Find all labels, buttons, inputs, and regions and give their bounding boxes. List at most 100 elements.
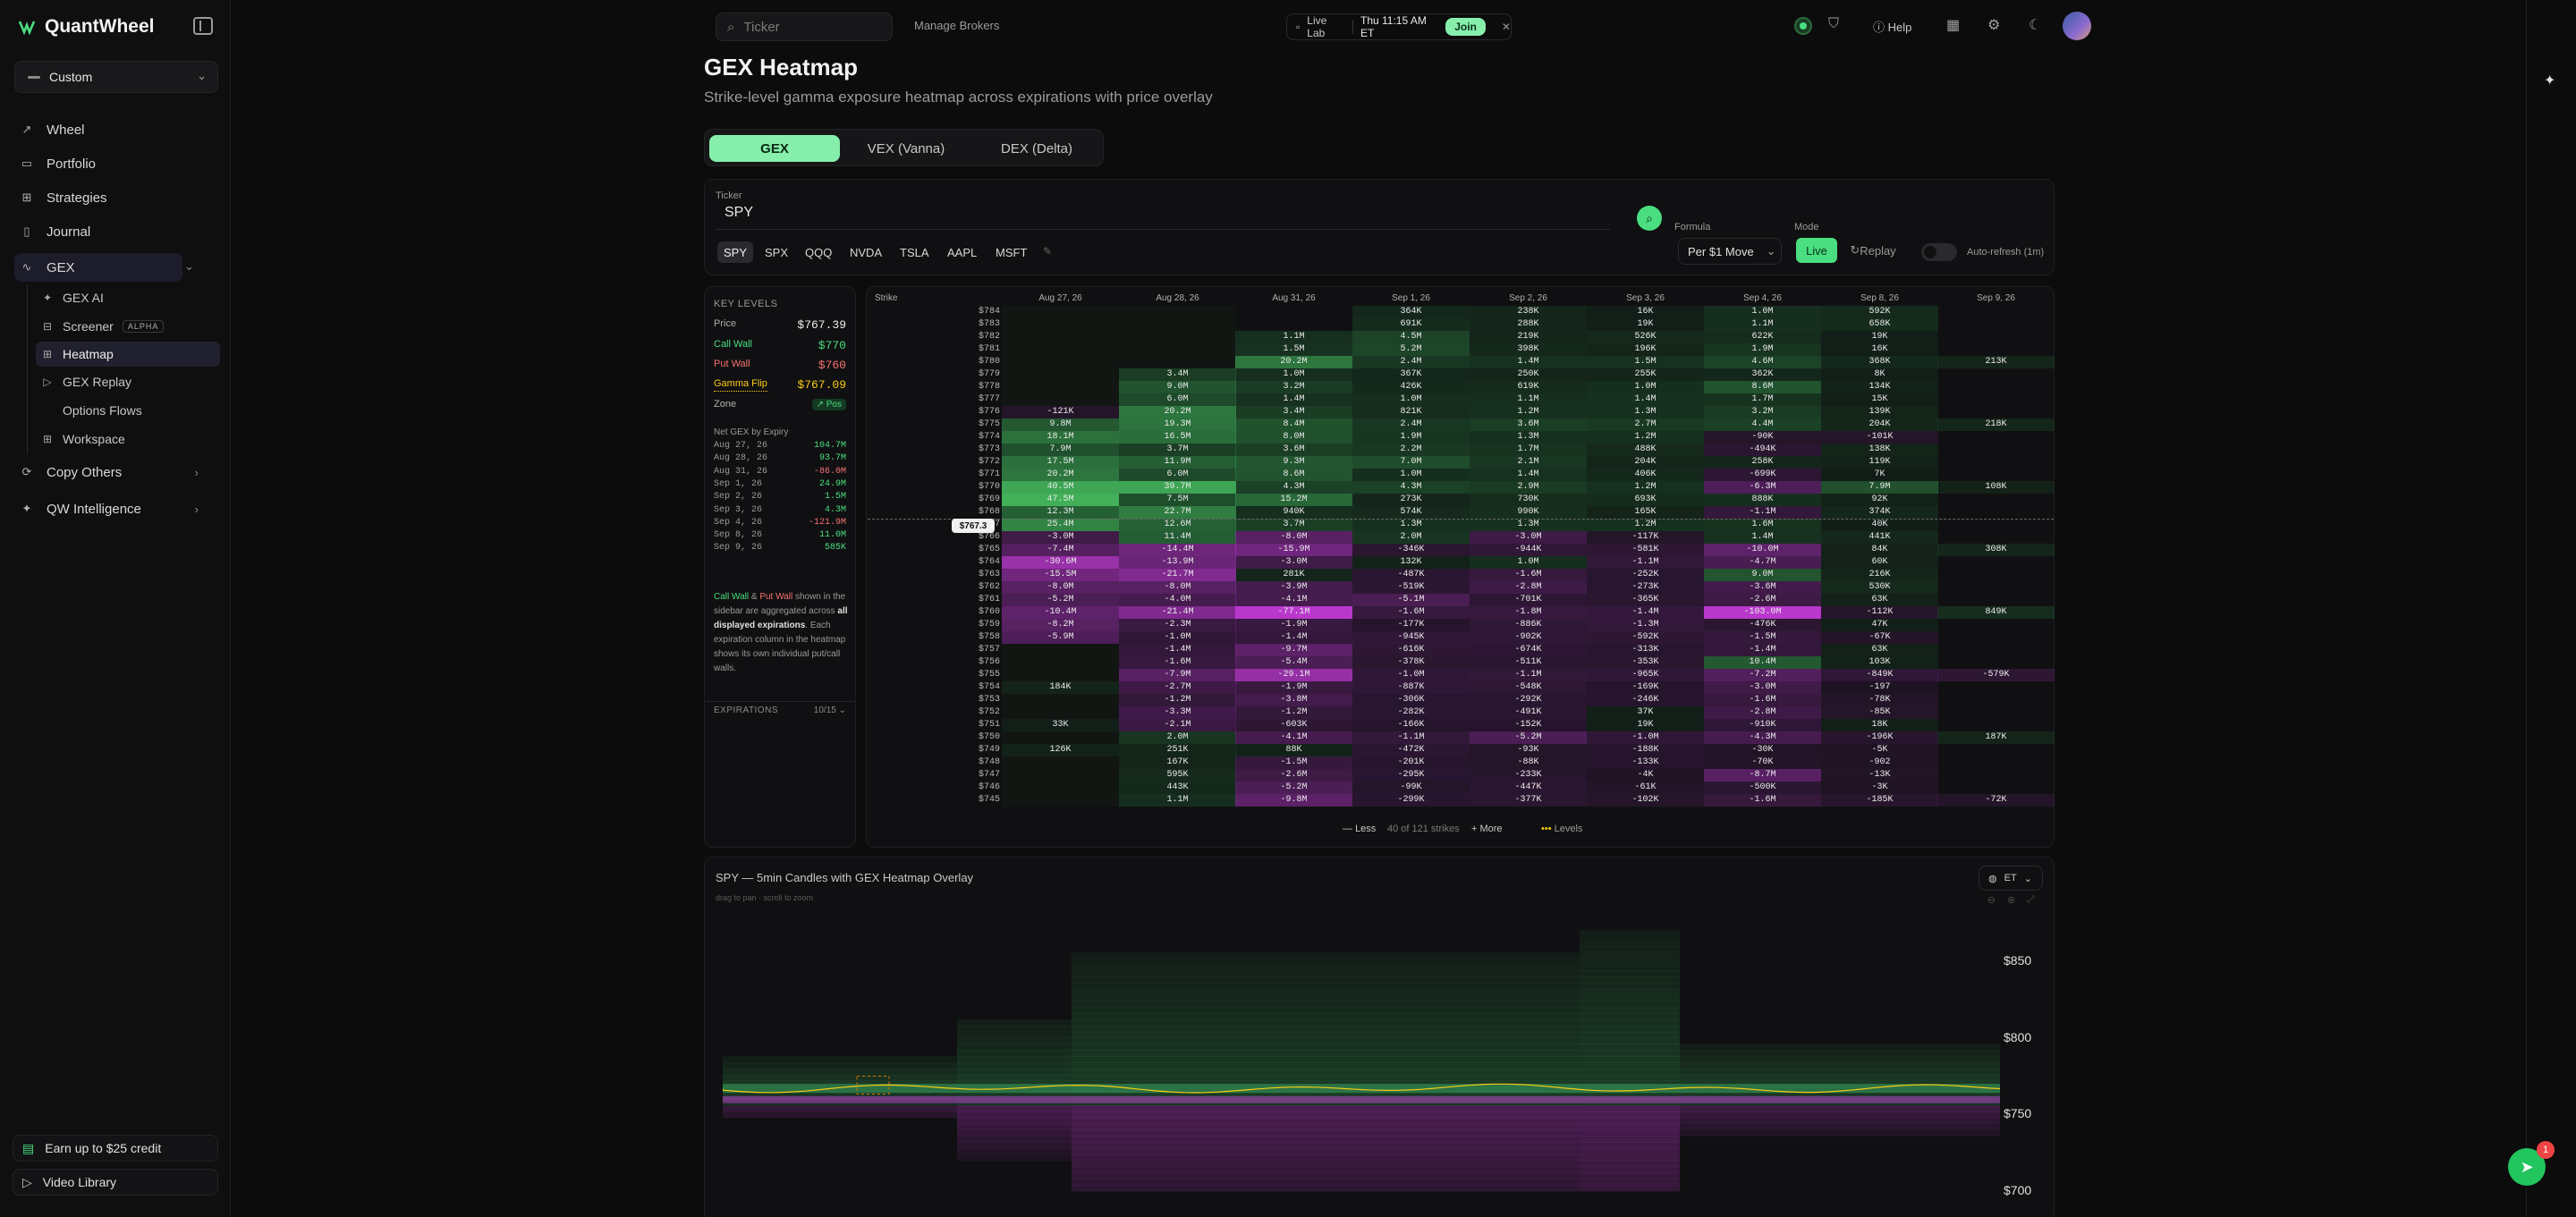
heatmap-cell[interactable]: 1.3M xyxy=(1470,431,1587,444)
heatmap-cell[interactable]: 4.4M xyxy=(1704,418,1821,431)
heatmap-cell[interactable] xyxy=(1002,644,1119,656)
heatmap-cell[interactable]: 15.2M xyxy=(1235,494,1352,506)
sidebar-item-gex-replay[interactable]: ▷ GEX Replay xyxy=(36,369,220,394)
heatmap-cell[interactable]: -377K xyxy=(1470,794,1587,807)
ticker-chip[interactable]: SPX xyxy=(758,241,794,263)
heatmap-cell[interactable]: 18K xyxy=(1821,719,1938,731)
ticker-chip[interactable]: AAPL xyxy=(941,241,983,263)
heatmap-cell[interactable] xyxy=(1937,706,2055,719)
heatmap-cell[interactable]: -5.2M xyxy=(1235,782,1352,794)
expiry-column-header[interactable]: Sep 1, 26 xyxy=(1352,293,1470,303)
heatmap-cell[interactable] xyxy=(1937,331,2055,343)
heatmap-cell[interactable]: 1.9M xyxy=(1352,431,1470,444)
heatmap-cell[interactable]: 119K xyxy=(1821,456,1938,469)
heatmap-cell[interactable]: 167K xyxy=(1119,756,1236,769)
heatmap-cell[interactable]: -2.1M xyxy=(1119,719,1236,731)
sidebar-item-copy-others[interactable]: ⟳ Copy Others › xyxy=(14,458,218,486)
ticker-search-input[interactable]: ⌕ Ticker xyxy=(716,13,893,41)
heatmap-cell[interactable] xyxy=(1937,368,2055,381)
heatmap-cell[interactable]: 693K xyxy=(1587,494,1704,506)
heatmap-cell[interactable]: 288K xyxy=(1470,318,1587,331)
heatmap-cell[interactable]: 1.4M xyxy=(1235,393,1352,406)
sidebar-item-screener[interactable]: ⊟ Screener ALPHA xyxy=(36,314,220,339)
heatmap-cell[interactable] xyxy=(1002,782,1119,794)
heatmap-cell[interactable]: 8K xyxy=(1821,368,1938,381)
heatmap-cell[interactable]: -3.0M xyxy=(1235,556,1352,569)
heatmap-cell[interactable] xyxy=(1937,306,2055,318)
heatmap-cell[interactable]: 184K xyxy=(1002,681,1119,694)
expiry-column-header[interactable]: Sep 3, 26 xyxy=(1587,293,1704,303)
heatmap-cell[interactable]: 20.2M xyxy=(1002,469,1119,481)
heatmap-cell[interactable]: -965K xyxy=(1587,669,1704,681)
sidebar-item-gex-ai[interactable]: ✦ GEX AI xyxy=(36,285,220,310)
heatmap-cell[interactable]: 2.4M xyxy=(1352,418,1470,431)
heatmap-cell[interactable]: 7.9M xyxy=(1821,481,1938,494)
sidebar-item-heatmap[interactable]: ⊞ Heatmap xyxy=(36,342,220,367)
heatmap-cell[interactable]: -29.1M xyxy=(1235,669,1352,681)
heatmap-cell[interactable]: -1.6M xyxy=(1470,569,1587,581)
heatmap-cell[interactable]: -196K xyxy=(1821,731,1938,744)
heatmap-cell[interactable]: -246K xyxy=(1587,694,1704,706)
heatmap-cell[interactable]: -1.6M xyxy=(1704,794,1821,807)
expirations-toggle[interactable]: EXPIRATIONS 10/15 ⌄ xyxy=(714,706,846,715)
join-button[interactable]: Join xyxy=(1445,18,1486,36)
heatmap-cell[interactable] xyxy=(1937,393,2055,406)
heatmap-cell[interactable]: 219K xyxy=(1470,331,1587,343)
heatmap-cell[interactable]: -21.4M xyxy=(1119,606,1236,619)
heatmap-cell[interactable]: -346K xyxy=(1352,544,1470,556)
heatmap-cell[interactable]: -15.5M xyxy=(1002,569,1119,581)
avatar[interactable] xyxy=(2063,12,2091,40)
heatmap-cell[interactable]: -99K xyxy=(1352,782,1470,794)
heatmap-cell[interactable]: 17.5M xyxy=(1002,456,1119,469)
gift-icon[interactable]: ▦ xyxy=(1946,16,1960,34)
heatmap-cell[interactable]: 33K xyxy=(1002,719,1119,731)
heatmap-cell[interactable]: 84K xyxy=(1821,544,1938,556)
heatmap-cell[interactable]: 398K xyxy=(1470,343,1587,356)
heatmap-cell[interactable]: 1.4M xyxy=(1470,356,1587,368)
heatmap-cell[interactable] xyxy=(1937,594,2055,606)
heatmap-cell[interactable]: -886K xyxy=(1470,619,1587,631)
heatmap-cell[interactable]: 39.7M xyxy=(1119,481,1236,494)
heatmap-cell[interactable]: 658K xyxy=(1821,318,1938,331)
heatmap-cell[interactable]: -299K xyxy=(1352,794,1470,807)
heatmap-cell[interactable]: -133K xyxy=(1587,756,1704,769)
heatmap-cell[interactable]: -4.3M xyxy=(1704,731,1821,744)
heatmap-cell[interactable]: 196K xyxy=(1587,343,1704,356)
heatmap-cell[interactable] xyxy=(1002,731,1119,744)
heatmap-cell[interactable]: 11.4M xyxy=(1119,531,1236,544)
heatmap-cell[interactable]: -10.0M xyxy=(1704,544,1821,556)
heatmap-cell[interactable]: -273K xyxy=(1587,581,1704,594)
moon-icon[interactable]: ☾ xyxy=(2029,16,2041,34)
heatmap-cell[interactable]: 1.2M xyxy=(1587,431,1704,444)
heatmap-cell[interactable]: -3.0M xyxy=(1470,531,1587,544)
heatmap-cell[interactable]: -14.4M xyxy=(1119,544,1236,556)
heatmap-cell[interactable]: 1.7M xyxy=(1704,393,1821,406)
heatmap-cell[interactable]: 251K xyxy=(1119,744,1236,756)
heatmap-cell[interactable]: 2.4M xyxy=(1352,356,1470,368)
heatmap-cell[interactable]: -592K xyxy=(1587,631,1704,644)
heatmap-cell[interactable] xyxy=(1937,719,2055,731)
heatmap-cell[interactable] xyxy=(1937,469,2055,481)
shield-icon[interactable]: ⛉ xyxy=(1828,16,1839,32)
heatmap-cell[interactable] xyxy=(1002,794,1119,807)
heatmap-cell[interactable]: -9.8M xyxy=(1235,794,1352,807)
video-library-button[interactable]: ▷ Video Library xyxy=(13,1169,218,1196)
expiry-column-header[interactable]: Aug 31, 26 xyxy=(1235,293,1352,303)
heatmap-cell[interactable]: 9.0M xyxy=(1119,381,1236,393)
heatmap-cell[interactable]: -88K xyxy=(1470,756,1587,769)
heatmap-cell[interactable]: 138K xyxy=(1821,444,1938,456)
heatmap-cell[interactable]: 592K xyxy=(1821,306,1938,318)
heatmap-cell[interactable]: 574K xyxy=(1352,506,1470,519)
heatmap-cell[interactable]: 1.1M xyxy=(1704,318,1821,331)
heatmap-cell[interactable]: -945K xyxy=(1352,631,1470,644)
heatmap-cell[interactable]: -93K xyxy=(1470,744,1587,756)
heatmap-cell[interactable] xyxy=(1937,381,2055,393)
heatmap-cell[interactable]: 1.7M xyxy=(1470,444,1587,456)
heatmap-cell[interactable]: 132K xyxy=(1352,556,1470,569)
heatmap-cell[interactable]: -581K xyxy=(1587,544,1704,556)
heatmap-cell[interactable]: -4.1M xyxy=(1235,594,1352,606)
search-icon[interactable]: ⌕ xyxy=(1637,206,1662,231)
heatmap-cell[interactable]: 364K xyxy=(1352,306,1470,318)
heatmap-cell[interactable]: 730K xyxy=(1470,494,1587,506)
heatmap-cell[interactable]: 18.1M xyxy=(1002,431,1119,444)
